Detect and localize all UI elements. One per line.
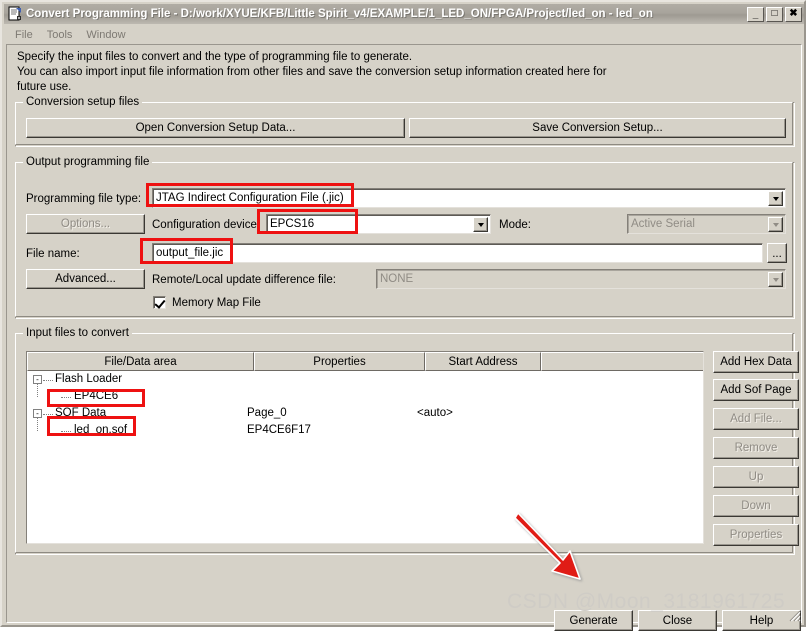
add-hex-data-button[interactable]: Add Hex Data <box>713 351 799 373</box>
chevron-down-icon <box>772 196 779 201</box>
configuration-device-value: EPCS16 <box>270 218 315 230</box>
table-row[interactable]: EP4CE6 <box>27 390 703 405</box>
options-button[interactable]: Options... <box>26 214 145 234</box>
csdn-watermark: CSDN @Moon_3181961725 <box>507 590 786 613</box>
column-header-properties[interactable]: Properties <box>254 352 425 371</box>
remote-local-update-combo: NONE <box>376 269 786 289</box>
memory-map-file-checkbox[interactable] <box>153 296 166 309</box>
add-file-button[interactable]: Add File... <box>713 408 799 430</box>
programming-file-type-combo[interactable]: JTAG Indirect Configuration File (.jic) <box>152 188 786 208</box>
menu-tools[interactable]: Tools <box>40 28 80 42</box>
app-icon <box>7 6 23 22</box>
chevron-down-icon <box>772 222 779 227</box>
row-start-address: <auto> <box>417 407 453 419</box>
file-name-label: File name: <box>26 248 80 260</box>
programming-file-type-value: JTAG Indirect Configuration File (.jic) <box>156 192 344 204</box>
table-row[interactable]: - Flash Loader <box>27 373 703 388</box>
file-name-input[interactable]: output_file.jic <box>152 243 763 263</box>
mode-label: Mode: <box>499 219 531 231</box>
close-button[interactable]: ✖ <box>785 6 802 22</box>
configuration-device-combo[interactable]: EPCS16 <box>266 214 491 234</box>
mode-value: Active Serial <box>631 218 695 230</box>
convert-programming-file-window: Convert Programming File - D:/work/XYUE/… <box>0 0 806 631</box>
file-name-browse-button[interactable]: ... <box>767 243 787 263</box>
menu-window[interactable]: Window <box>79 28 132 42</box>
maximize-icon: □ <box>771 8 778 19</box>
add-sof-page-button[interactable]: Add Sof Page <box>713 379 799 401</box>
maximize-button[interactable]: □ <box>766 6 783 22</box>
table-row[interactable]: - SOF Data Page_0 <auto> <box>27 407 703 422</box>
input-files-to-convert-group: Input files to convert File/Data area Pr… <box>15 327 799 555</box>
tree-connector <box>61 397 71 398</box>
minimize-button[interactable]: _ <box>747 6 764 22</box>
tree-expander-sof-data[interactable]: - <box>33 409 42 418</box>
input-files-to-convert-title: Input files to convert <box>23 327 132 339</box>
save-conversion-setup-button[interactable]: Save Conversion Setup... <box>409 118 786 138</box>
tree-expander-flash-loader[interactable]: - <box>33 375 42 384</box>
down-button[interactable]: Down <box>713 495 799 517</box>
dialog-client-area: Specify the input files to convert and t… <box>6 44 802 631</box>
column-header-start-address[interactable]: Start Address <box>425 352 541 371</box>
advanced-button[interactable]: Advanced... <box>26 269 145 289</box>
output-programming-file-group: Output programming file Programming file… <box>15 156 795 319</box>
column-header-filler[interactable] <box>541 352 703 371</box>
mode-dropdown-arrow <box>768 217 783 232</box>
programming-file-type-dropdown-arrow[interactable] <box>768 191 783 206</box>
tree-connector <box>43 414 53 415</box>
conversion-setup-files-title: Conversion setup files <box>23 96 143 108</box>
remote-local-update-label: Remote/Local update difference file: <box>152 274 336 286</box>
dialog-description: Specify the input files to convert and t… <box>17 50 737 95</box>
row-name: Flash Loader <box>55 373 123 385</box>
output-programming-file-title: Output programming file <box>23 156 153 168</box>
description-line-3: future use. <box>17 81 72 93</box>
window-title: Convert Programming File - D:/work/XYUE/… <box>26 8 653 20</box>
remove-button[interactable]: Remove <box>713 437 799 459</box>
menu-bar: File Tools Window <box>4 26 804 43</box>
close-icon: ✖ <box>789 8 798 19</box>
conversion-setup-files-group: Conversion setup files Open Conversion S… <box>15 96 795 147</box>
row-name: EP4CE6 <box>74 390 119 402</box>
chevron-down-icon <box>477 222 484 227</box>
input-files-table[interactable]: File/Data area Properties Start Address … <box>26 351 704 544</box>
row-name: SOF Data <box>55 407 107 419</box>
description-line-1: Specify the input files to convert and t… <box>17 51 413 63</box>
table-row[interactable]: led_on.sof EP4CE6F17 <box>27 424 703 439</box>
table-header-row: File/Data area Properties Start Address <box>27 352 703 371</box>
table-body: - Flash Loader EP4CE6 - SOF Data Page_0 … <box>27 371 703 543</box>
row-properties: Page_0 <box>247 407 287 419</box>
tree-connector <box>61 431 71 432</box>
row-name: led_on.sof <box>74 424 128 436</box>
properties-button[interactable]: Properties <box>713 524 799 546</box>
configuration-device-label: Configuration device: <box>152 219 261 231</box>
resize-grip[interactable] <box>788 609 801 622</box>
mode-combo: Active Serial <box>627 214 786 234</box>
remote-local-dropdown-arrow <box>768 272 783 287</box>
file-name-value: output_file.jic <box>156 247 224 259</box>
column-header-file-data-area[interactable]: File/Data area <box>27 352 254 371</box>
title-bar[interactable]: Convert Programming File - D:/work/XYUE/… <box>4 4 804 24</box>
row-properties: EP4CE6F17 <box>247 424 311 436</box>
programming-file-type-label: Programming file type: <box>26 193 142 205</box>
menu-file[interactable]: File <box>8 28 40 42</box>
chevron-down-icon <box>772 277 779 282</box>
minimize-icon: _ <box>752 8 759 20</box>
description-line-2: You can also import input file informati… <box>17 66 607 78</box>
remote-local-update-value: NONE <box>380 273 414 285</box>
memory-map-file-label: Memory Map File <box>172 297 261 309</box>
tree-connector <box>43 380 53 381</box>
configuration-device-dropdown-arrow[interactable] <box>473 217 488 232</box>
open-conversion-setup-data-button[interactable]: Open Conversion Setup Data... <box>26 118 405 138</box>
up-button[interactable]: Up <box>713 466 799 488</box>
